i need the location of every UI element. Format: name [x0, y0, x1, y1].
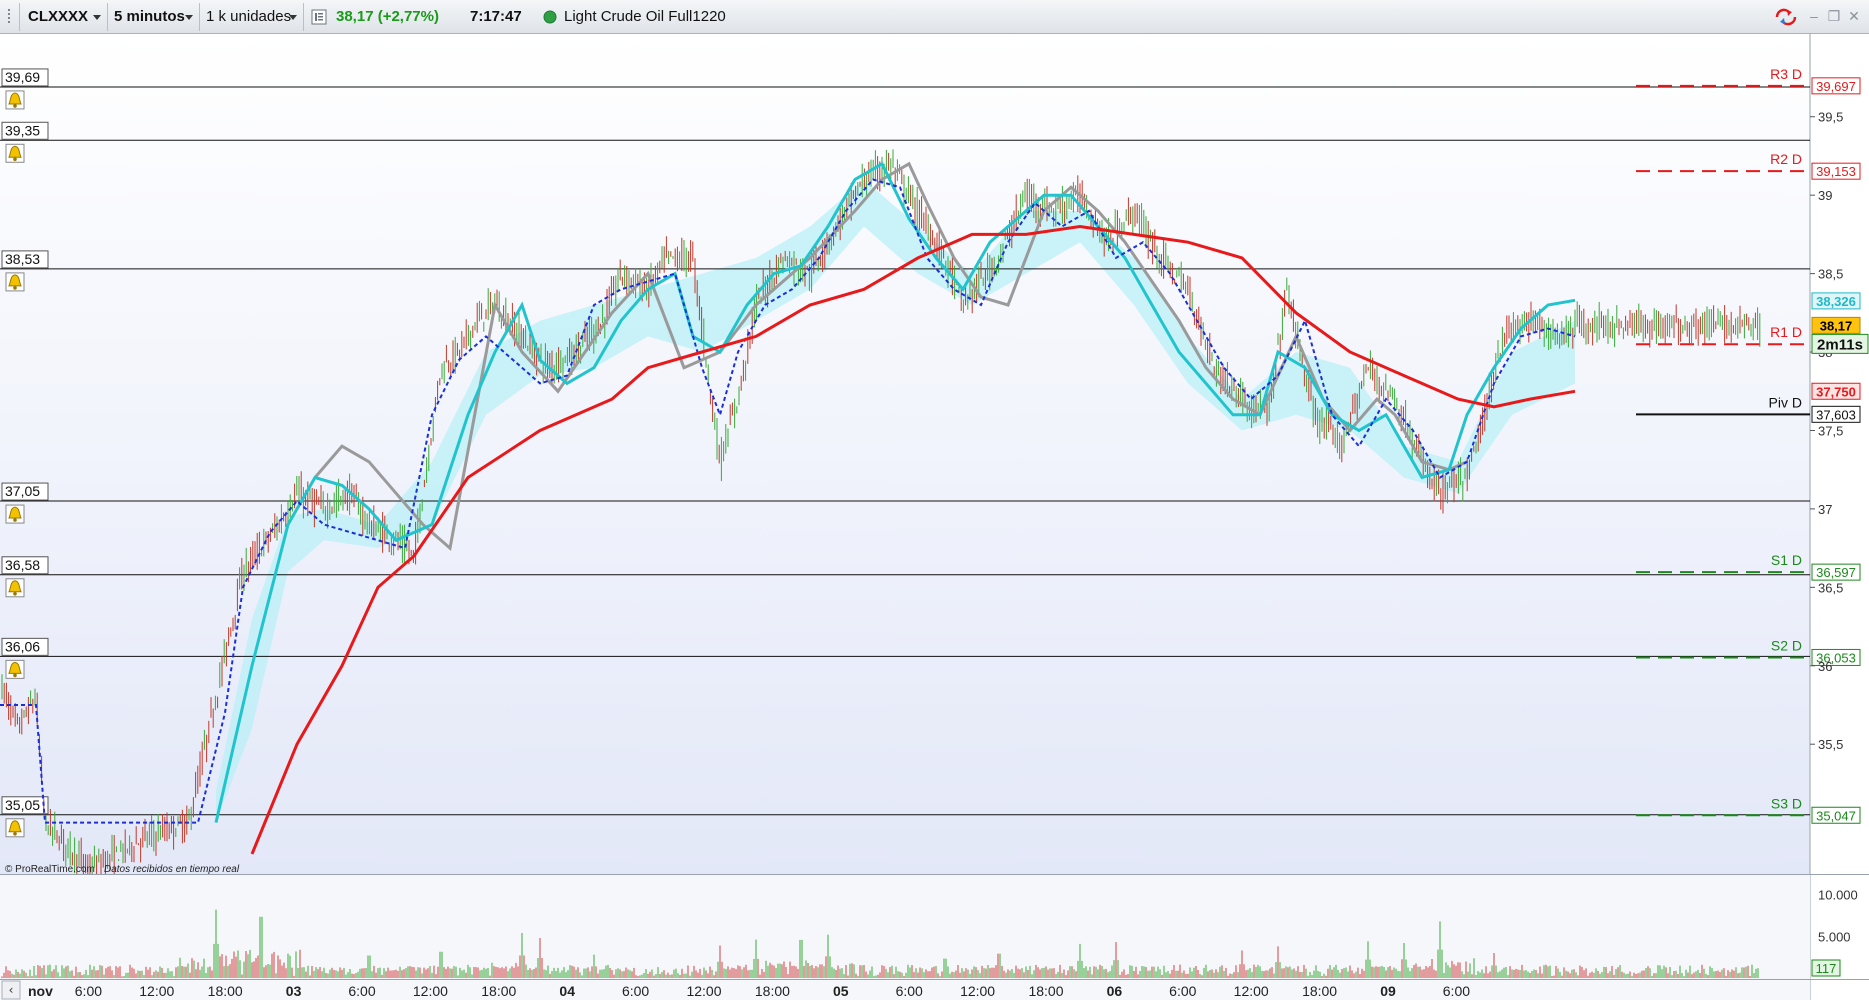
price-marker: 38,17	[1820, 318, 1853, 333]
alert-bell-icon[interactable]	[5, 90, 25, 110]
pivot-value: 35,047	[1816, 808, 1856, 823]
time-label: 6:00	[622, 983, 649, 999]
alert-bell-icon[interactable]	[5, 818, 25, 838]
bar-countdown: 2m11s	[1817, 336, 1863, 353]
time-label: 18:00	[208, 983, 243, 999]
volume-axis: 10.000 5.000 117	[1811, 888, 1858, 977]
realtime-note: Datos recibidos en tiempo real	[104, 864, 240, 875]
time-label: nov	[28, 983, 53, 999]
time-label: 12:00	[413, 983, 448, 999]
volume-panel	[0, 875, 1810, 1000]
close-button[interactable]: ✕	[1846, 8, 1862, 24]
pivot-name: R1 D	[1770, 324, 1802, 340]
status-dot-icon	[540, 3, 560, 31]
restore-button[interactable]: ❐	[1826, 8, 1842, 24]
volume-tick-label: 5.000	[1818, 929, 1851, 944]
pivot-value: 36,597	[1816, 565, 1856, 580]
time-label: 6:00	[75, 983, 102, 999]
time-label: 18:00	[481, 983, 516, 999]
pivot-name: Piv D	[1769, 394, 1802, 410]
scroll-left-button[interactable]: ‹	[1, 980, 21, 1000]
pivot-name: R3 D	[1770, 66, 1802, 82]
units-selector[interactable]: 1 k unidades	[200, 3, 304, 31]
time-label: 12:00	[960, 983, 995, 999]
pivot-value: 39,697	[1816, 79, 1856, 94]
price-chart[interactable]: 39,69 39,35 38,53 37,05 36,58 36,06 35,05 R3 D…	[0, 34, 1869, 1000]
units-label: 1 k unidades	[206, 8, 292, 25]
time-label: 18:00	[755, 983, 790, 999]
time-label: 06	[1107, 983, 1123, 999]
price-marker: 37,750	[1816, 384, 1856, 399]
volume-tick-label: 10.000	[1818, 888, 1858, 903]
symbol-label: CLXXXX	[28, 8, 89, 25]
price-tick-label: 39	[1818, 188, 1832, 203]
pivot-name: S2 D	[1771, 637, 1802, 653]
alert-bell-icon[interactable]	[5, 143, 25, 163]
price-tick-label: 38,5	[1818, 267, 1843, 282]
time-label: 6:00	[348, 983, 375, 999]
grip-handle[interactable]	[0, 3, 20, 31]
time-label: 09	[1380, 983, 1396, 999]
time-label: 04	[559, 983, 575, 999]
alert-label: 35,05	[5, 797, 40, 813]
sync-arrows-icon[interactable]	[1773, 8, 1799, 26]
minimize-button[interactable]: –	[1806, 8, 1822, 24]
time-label: 18:00	[1028, 983, 1063, 999]
chevron-left-icon: ‹	[9, 983, 14, 997]
alert-label: 37,05	[5, 483, 40, 499]
pivot-value: 37,603	[1816, 407, 1856, 422]
time-label: 18:00	[1302, 983, 1337, 999]
alert-label: 38,53	[5, 251, 40, 267]
price-tick-label: 35,5	[1818, 737, 1843, 752]
alert-bell-icon[interactable]	[5, 659, 25, 679]
price-tick-label: 39,5	[1818, 110, 1843, 125]
brand-credit: © ProRealTime.com	[5, 864, 95, 875]
time-label: 05	[833, 983, 849, 999]
pivot-value: 39,153	[1816, 164, 1856, 179]
price-tick-label: 36,5	[1818, 580, 1843, 595]
price-tick-label: 37,5	[1818, 423, 1843, 438]
time-label: 03	[286, 983, 302, 999]
timeframe-label: 5 minutos	[114, 8, 185, 25]
instrument-name: Light Crude Oil Full1220	[564, 8, 726, 25]
alert-bell-icon[interactable]	[5, 504, 25, 524]
price-tick-label: 36	[1818, 659, 1832, 674]
price-marker: 38,326	[1816, 294, 1856, 309]
alert-label: 39,35	[5, 122, 40, 138]
price-panel	[0, 34, 1810, 874]
alert-bell-icon[interactable]	[5, 578, 25, 598]
pivot-name: S3 D	[1771, 795, 1802, 811]
time-label: 12:00	[139, 983, 174, 999]
pivot-name: R2 D	[1770, 151, 1802, 167]
info-icon[interactable]	[304, 3, 332, 31]
time-label: 6:00	[1169, 983, 1196, 999]
alert-label: 39,69	[5, 69, 40, 85]
pivot-name: S1 D	[1771, 552, 1802, 568]
clock-time: 7:17:47	[470, 8, 522, 25]
time-label: 12:00	[686, 983, 721, 999]
alert-label: 36,06	[5, 638, 40, 654]
symbol-selector[interactable]: CLXXXX	[22, 3, 108, 31]
time-label: 6:00	[896, 983, 923, 999]
volume-current: 117	[1816, 961, 1837, 976]
price-tick-label: 37	[1818, 502, 1832, 517]
credits: © ProRealTime.com Datos recibidos en tie…	[5, 864, 240, 875]
alert-label: 36,58	[5, 557, 40, 573]
alert-bell-icon[interactable]	[5, 272, 25, 292]
chart-toolbar: CLXXXX 5 minutos 1 k unidades 38,17 (+2,…	[0, 0, 1869, 34]
time-label: 6:00	[1443, 983, 1470, 999]
time-label: 12:00	[1234, 983, 1269, 999]
trading-window: CLXXXX 5 minutos 1 k unidades 38,17 (+2,…	[0, 0, 1869, 1000]
price-change: 38,17 (+2,77%)	[336, 8, 439, 25]
timeframe-selector[interactable]: 5 minutos	[108, 3, 200, 31]
